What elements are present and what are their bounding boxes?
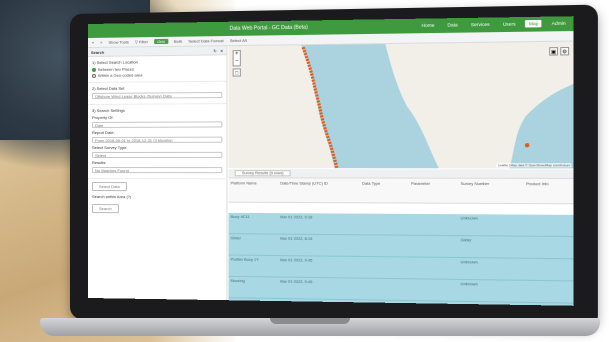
nav-item-services[interactable]: Services	[468, 21, 493, 29]
map-canvas[interactable]	[229, 42, 574, 169]
table-cell: Glider	[229, 234, 279, 255]
table-cell	[524, 259, 574, 281]
toolbar-item[interactable]: Show Tools	[108, 39, 128, 44]
location-label: 1) Select Search Location	[92, 58, 222, 65]
grid-column-header[interactable]: Product Info	[524, 179, 574, 203]
land-right	[385, 42, 573, 169]
type-label: Select Survey Type:	[92, 145, 222, 150]
type-select[interactable]: Select	[92, 152, 222, 158]
nav-item-home[interactable]: Home	[418, 22, 437, 30]
table-cell	[409, 214, 459, 235]
toolbar-item[interactable]: ▽ Filter	[135, 39, 148, 44]
map-marker[interactable]	[525, 143, 529, 147]
table-cell	[409, 236, 459, 257]
nav-item-admin[interactable]: Admin	[548, 19, 569, 27]
toolbar-item[interactable]: Select Data Format	[188, 38, 223, 44]
table-cell: Mar 01 2022, 9:45	[278, 278, 360, 300]
search-note: Search within Area (?)	[88, 194, 226, 200]
settings-icon[interactable]: ⚙	[560, 47, 569, 56]
toolbar-item[interactable]: Select All	[230, 38, 247, 43]
toolbar-item[interactable]: «	[92, 40, 94, 45]
toolbar-item[interactable]: Both	[174, 39, 182, 44]
search-panel-title: Search	[91, 49, 104, 54]
table-cell: Mar 01 2022, 9:45	[278, 256, 360, 278]
nav-item-users[interactable]: Users	[499, 20, 518, 28]
table-cell	[524, 215, 574, 236]
table-cell	[409, 279, 459, 301]
dataset-select[interactable]: Offshore Wind Lease Blocks (Survey) Data	[92, 92, 222, 99]
location-option-label: Within a Geo-coded area	[98, 72, 143, 77]
dataset-label: 2) Select Data Set	[92, 85, 222, 91]
table-cell	[524, 237, 574, 259]
header-nav: Home Data Services Users Map Admin	[418, 19, 569, 29]
nav-item-map[interactable]: Map	[525, 20, 541, 28]
map[interactable]: + − □ ▣ ⚙ Leaflet | Map data © OpenStree…	[229, 42, 574, 169]
table-cell: Unknown	[458, 280, 523, 302]
results-grid: Survey Results (0 rows) Platform Name Dat…	[229, 169, 574, 306]
layers-icon[interactable]: □	[233, 68, 241, 76]
grid-body: Buoy 4C11 Mar 01 2022, 0:18 Unknown Glider M…	[229, 213, 574, 306]
map-attribution: Leaflet | Map data © OpenStreetMap contr…	[497, 163, 571, 167]
land-left	[229, 45, 335, 168]
app-title: Data Web Portal - GC Data (Beta)	[230, 25, 308, 32]
property-select[interactable]: Date	[92, 121, 222, 128]
status-field: No Matches Found	[92, 167, 222, 173]
table-cell	[360, 235, 409, 256]
table-cell	[360, 257, 409, 278]
property-label: Property Of:	[92, 114, 222, 120]
grid-column-header[interactable]: Data Type	[360, 179, 409, 203]
dataset-section: 2) Select Data Set Offshore Wind Lease B…	[88, 82, 226, 105]
criteria-label: 3) Search Settings	[92, 107, 222, 113]
table-cell: Unknown	[458, 214, 523, 235]
toolbar-item[interactable]: Grid	[154, 39, 168, 44]
location-option-label: Between two Places	[98, 66, 134, 71]
criteria-section: 3) Search Settings Property Of: Date Rep…	[88, 104, 226, 179]
table-cell: Mar 01 2022, 0:18	[278, 213, 360, 234]
table-cell: Mooring	[229, 277, 279, 298]
refresh-icon[interactable]: ↻	[213, 48, 216, 53]
table-cell: Glider	[458, 236, 523, 258]
radio-icon[interactable]	[92, 73, 96, 77]
table-cell	[360, 214, 409, 235]
location-option[interactable]: Within a Geo-coded area	[92, 72, 222, 78]
grid-column-header[interactable]: Platform Name	[229, 178, 279, 202]
grid-column-header[interactable]: Survey Number	[458, 179, 523, 203]
range-field[interactable]: From 2018-06-01 to 2018-12-31 (3 Months)	[92, 137, 222, 143]
table-cell: Unknown	[458, 258, 523, 280]
laptop-notch	[270, 318, 350, 324]
range-label: Report Date:	[92, 130, 222, 135]
search-panel: Search ↻ ✕ 1) Select Search Location Bet…	[88, 46, 227, 300]
laptop-screen: Data Web Portal - GC Data (Beta) Home Dat…	[88, 16, 574, 306]
location-section: 1) Select Search Location Between two Pl…	[88, 55, 226, 83]
grid-tab[interactable]: Survey Results (0 rows)	[235, 170, 291, 176]
radio-icon[interactable]	[92, 67, 96, 71]
status-label: Results:	[92, 160, 222, 165]
table-cell	[409, 257, 459, 278]
table-row[interactable]: Mooring Mar 01 2022, 9:45 Unknown	[229, 277, 574, 304]
grid-column-header[interactable]: Parameter	[409, 179, 459, 203]
table-cell: Mar 01 2022, 8:15	[278, 235, 360, 256]
zoom-controls: + −	[233, 50, 241, 66]
toolbar-item[interactable]: »	[100, 40, 102, 45]
select-data-button[interactable]: Select Data	[92, 182, 127, 191]
table-cell	[524, 281, 574, 303]
search-button[interactable]: Search	[92, 204, 119, 213]
table-row[interactable]: Buoy 4C11 Mar 01 2022, 0:18 Unknown	[229, 213, 574, 237]
nav-item-data[interactable]: Data	[444, 21, 461, 29]
fullscreen-icon[interactable]: ▣	[549, 47, 558, 56]
table-cell: Buoy 4C11	[229, 213, 279, 234]
table-cell: Profiler Buoy 1Y	[229, 256, 279, 277]
close-icon[interactable]: ✕	[220, 48, 223, 53]
grid-column-header[interactable]: Date/Time Stamp (UTC) ID	[278, 178, 360, 202]
zoom-in-button[interactable]: +	[234, 51, 240, 58]
table-cell	[360, 279, 409, 300]
zoom-out-button[interactable]: −	[234, 58, 240, 65]
grid-header: Platform Name Date/Time Stamp (UTC) ID Dat…	[229, 178, 574, 204]
